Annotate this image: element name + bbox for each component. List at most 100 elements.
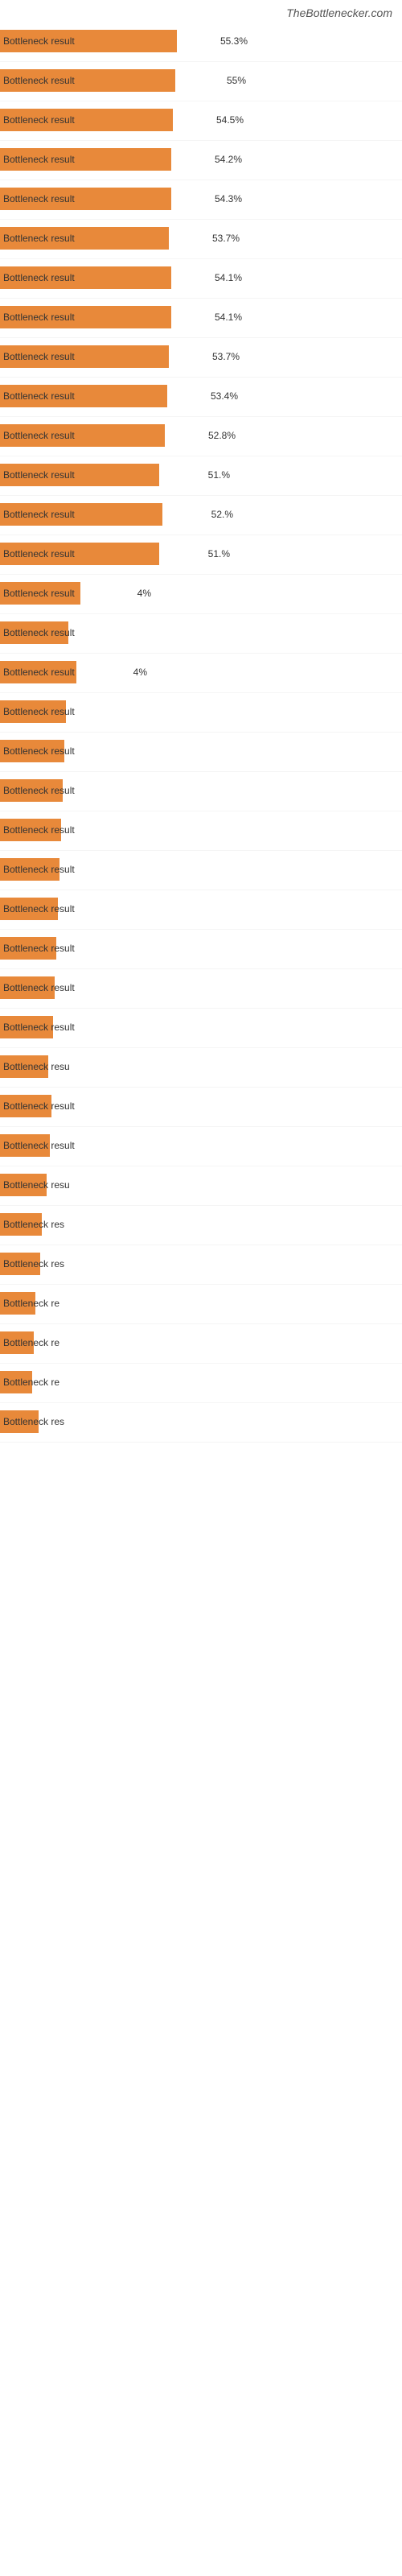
bar-label: Bottleneck result — [3, 312, 75, 323]
bar-label: Bottleneck res — [3, 1258, 64, 1269]
bar-value: 54.1% — [215, 312, 242, 323]
bar-label: Bottleneck result — [3, 390, 75, 402]
bar-label: Bottleneck result — [3, 430, 75, 441]
bar-label: Bottleneck result — [3, 1140, 75, 1151]
bar-row: Bottleneck result 52.8% — [0, 417, 402, 456]
bar-label: Bottleneck result — [3, 943, 75, 954]
bar-row: Bottleneck result — [0, 930, 402, 969]
bar-row: Bottleneck result53.7% — [0, 338, 402, 378]
bar-label: Bottleneck result — [3, 114, 75, 126]
bar-row: Bottleneck result — [0, 733, 402, 772]
bar-fill: Bottleneck re — [0, 1331, 34, 1354]
bar-row: Bottleneck result — [0, 614, 402, 654]
bar-fill: Bottleneck result — [0, 779, 63, 802]
bar-row: Bottleneck result — [0, 693, 402, 733]
bar-row: Bottleneck result — [0, 1088, 402, 1127]
bar-label: Bottleneck res — [3, 1416, 64, 1427]
bar-fill: Bottleneck result — [0, 976, 55, 999]
bar-label: Bottleneck result — [3, 745, 75, 757]
bar-label: Bottleneck result — [3, 706, 75, 717]
bar-fill: Bottleneck resu — [0, 1174, 47, 1196]
bar-row: Bottleneck result53.7% — [0, 220, 402, 259]
bar-label: Bottleneck result — [3, 193, 75, 204]
bar-row: Bottleneck result — [0, 772, 402, 811]
bar-row: Bottleneck result — [0, 1009, 402, 1048]
bar-fill: Bottleneck result — [0, 621, 68, 644]
bar-fill: Bottleneck result — [0, 898, 58, 920]
bar-fill: Bottleneck result — [0, 858, 59, 881]
bar-row: Bottleneck result 53.4% — [0, 378, 402, 417]
bar-fill: Bottleneck result — [0, 464, 159, 486]
bar-label: Bottleneck resu — [3, 1179, 70, 1191]
bar-label: Bottleneck resu — [3, 1061, 70, 1072]
bar-fill: Bottleneck result — [0, 661, 76, 683]
bar-row: Bottleneck result — [0, 811, 402, 851]
bar-fill: Bottleneck result — [0, 306, 171, 328]
bar-row: Bottleneck res — [0, 1403, 402, 1443]
bar-fill: Bottleneck re — [0, 1371, 32, 1393]
bar-fill: Bottleneck result — [0, 1134, 50, 1157]
bar-fill: Bottleneck result — [0, 69, 175, 92]
bar-row: Bottleneck re — [0, 1324, 402, 1364]
bar-fill: Bottleneck result — [0, 700, 66, 723]
bar-row: Bottleneck result 54.1% — [0, 299, 402, 338]
bar-row: Bottleneck result 4% — [0, 654, 402, 693]
bar-row: Bottleneck res — [0, 1245, 402, 1285]
bar-fill: Bottleneck result — [0, 819, 61, 841]
bar-value: 54.1% — [215, 272, 242, 283]
bar-value: 55.3% — [220, 35, 248, 47]
bar-label: Bottleneck re — [3, 1377, 59, 1388]
bar-label: Bottleneck result — [3, 667, 75, 678]
bar-label: Bottleneck result — [3, 1022, 75, 1033]
bar-row: Bottleneck result 51.% — [0, 535, 402, 575]
bar-row: Bottleneck result55% — [0, 62, 402, 101]
bar-value: 54.3% — [215, 193, 242, 204]
bar-fill: Bottleneck result — [0, 109, 173, 131]
bar-row: Bottleneck result52.% — [0, 496, 402, 535]
bar-row: Bottleneck result 54.1% — [0, 259, 402, 299]
bar-fill: Bottleneck result — [0, 30, 177, 52]
bar-value: 51.% — [208, 548, 230, 559]
bar-label: Bottleneck result — [3, 1100, 75, 1112]
bar-fill: Bottleneck resu — [0, 1055, 48, 1078]
bar-label: Bottleneck re — [3, 1298, 59, 1309]
bar-fill: Bottleneck re — [0, 1292, 35, 1315]
bar-fill: Bottleneck res — [0, 1253, 40, 1275]
bar-row: Bottleneck result 54.5% — [0, 101, 402, 141]
bar-fill: Bottleneck result — [0, 1016, 53, 1038]
bar-label: Bottleneck result — [3, 548, 75, 559]
bar-row: Bottleneck result 51.% — [0, 456, 402, 496]
bar-label: Bottleneck result — [3, 903, 75, 914]
bar-fill: Bottleneck result — [0, 227, 169, 250]
bar-label: Bottleneck result — [3, 272, 75, 283]
bar-label: Bottleneck res — [3, 1219, 64, 1230]
bar-fill: Bottleneck result — [0, 385, 167, 407]
bar-fill: Bottleneck result — [0, 345, 169, 368]
bar-row: Bottleneck result 55.3% — [0, 23, 402, 62]
bar-value: 4% — [133, 667, 147, 678]
bar-fill: Bottleneck result — [0, 148, 171, 171]
bars-container: Bottleneck result55.3%Bottleneck result5… — [0, 23, 402, 1443]
bar-row: Bottleneck result — [0, 890, 402, 930]
bar-fill: Bottleneck result — [0, 740, 64, 762]
bar-row: Bottleneck result — [0, 1127, 402, 1166]
site-title: TheBottlenecker.com — [0, 0, 402, 23]
bar-label: Bottleneck result — [3, 824, 75, 836]
bar-value: 53.4% — [211, 390, 238, 402]
bar-fill: Bottleneck result — [0, 266, 171, 289]
bar-row: Bottleneck resu — [0, 1166, 402, 1206]
bar-row: Bottleneck result — [0, 969, 402, 1009]
bar-label: Bottleneck result — [3, 154, 75, 165]
bar-label: Bottleneck result — [3, 864, 75, 875]
bar-value: 51.% — [208, 469, 230, 481]
bar-value: 54.5% — [216, 114, 244, 126]
bar-fill: Bottleneck res — [0, 1213, 42, 1236]
bar-value: 54.2% — [215, 154, 242, 165]
bar-value: 52.8% — [208, 430, 236, 441]
bar-row: Bottleneck result 54.2% — [0, 141, 402, 180]
bar-fill: Bottleneck result — [0, 503, 162, 526]
bar-fill: Bottleneck result — [0, 424, 165, 447]
bar-label: Bottleneck result — [3, 351, 75, 362]
bar-fill: Bottleneck result — [0, 543, 159, 565]
bar-label: Bottleneck result — [3, 982, 75, 993]
